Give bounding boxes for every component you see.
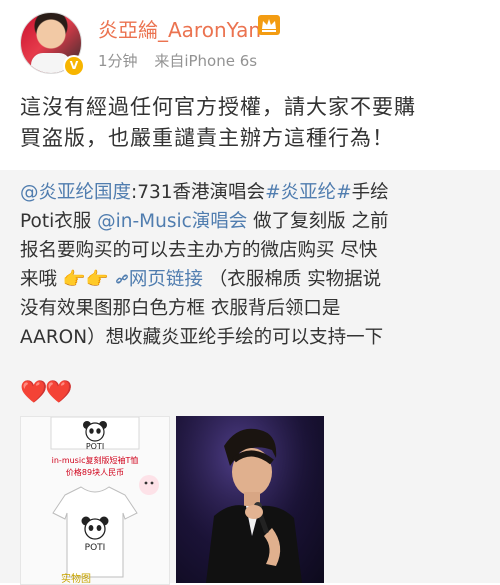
post-text: 這沒有經過任何官方授權，請大家不要購 買盗版，也嚴重譴責主辦方這種行為！ <box>20 92 482 154</box>
repost-text-segment: 来哦 <box>20 269 63 290</box>
heart-icon: ❤️❤️ <box>20 380 73 405</box>
post-text-line: 這沒有經過任何官方授權，請大家不要購 <box>20 95 416 119</box>
repost-text-line: 没有效果图那白色方框 衣服背后领口是 <box>20 298 341 319</box>
link-icon <box>115 274 128 284</box>
repost-text-segment: 手绘 <box>351 182 389 203</box>
repost-text-line: AARON）想收藏炎亚纶手绘的可以支持一下 <box>20 327 384 348</box>
post-meta: 1分钟 来自iPhone 6s <box>98 50 257 71</box>
footer-caption: 实物图 <box>61 572 91 584</box>
post-source: 来自iPhone 6s <box>154 52 258 70</box>
crown-icon[interactable] <box>258 15 280 35</box>
singer-photo[interactable] <box>176 416 324 583</box>
repost-text-segment: :731香港演唱会 <box>131 182 266 203</box>
post-time: 1分钟 <box>98 52 138 70</box>
tshirt-caption: POTI <box>86 442 104 451</box>
post-text-line: 買盗版，也嚴重譴責主辦方這種行為！ <box>20 126 394 150</box>
web-link-label[interactable]: 网页链接 <box>129 269 203 290</box>
repost-text-segment: 做了复刻版 之前 <box>247 211 389 232</box>
mention-link[interactable]: @in-Music演唱会 <box>97 211 247 232</box>
hand-pointing-icon: 👉👉 <box>62 269 109 290</box>
promo-text: in-music复刻版短袖T恤 <box>52 455 139 465</box>
repost-text-segment: （衣服棉质 实物据说 <box>208 269 382 290</box>
tshirt-caption: POTI <box>85 543 106 553</box>
mention-link[interactable]: @炎亚纶国度 <box>20 182 131 203</box>
repost-box[interactable]: @炎亚纶国度:731香港演唱会#炎亚纶#手绘 Poti衣服 @in-Music演… <box>0 170 500 585</box>
singer-photo-graphic <box>176 416 324 583</box>
hashtag-link[interactable]: #炎亚纶# <box>265 182 352 203</box>
post-header: V 炎亞綸_AaronYan 1分钟 来自iPhone 6s <box>0 0 500 80</box>
tshirt-promo-image[interactable]: POTI in-music复刻版短袖T恤 价格89块人民币 POTI 实物图 <box>20 416 170 585</box>
promo-text: 价格89块人民币 <box>66 467 124 477</box>
repost-text-segment: Poti衣服 <box>20 211 98 232</box>
web-link[interactable]: 网页链接 <box>115 269 209 290</box>
username[interactable]: 炎亞綸_AaronYan <box>98 14 261 43</box>
tshirt-promo-graphic: POTI in-music复刻版短袖T恤 价格89块人民币 POTI 实物图 <box>21 417 169 584</box>
repost-text: @炎亚纶国度:731香港演唱会#炎亚纶#手绘 Poti衣服 @in-Music演… <box>20 178 488 352</box>
verified-badge-icon: V <box>63 55 85 77</box>
repost-text-line: 报名要购买的可以去主办方的微店购买 尽快 <box>20 240 378 261</box>
